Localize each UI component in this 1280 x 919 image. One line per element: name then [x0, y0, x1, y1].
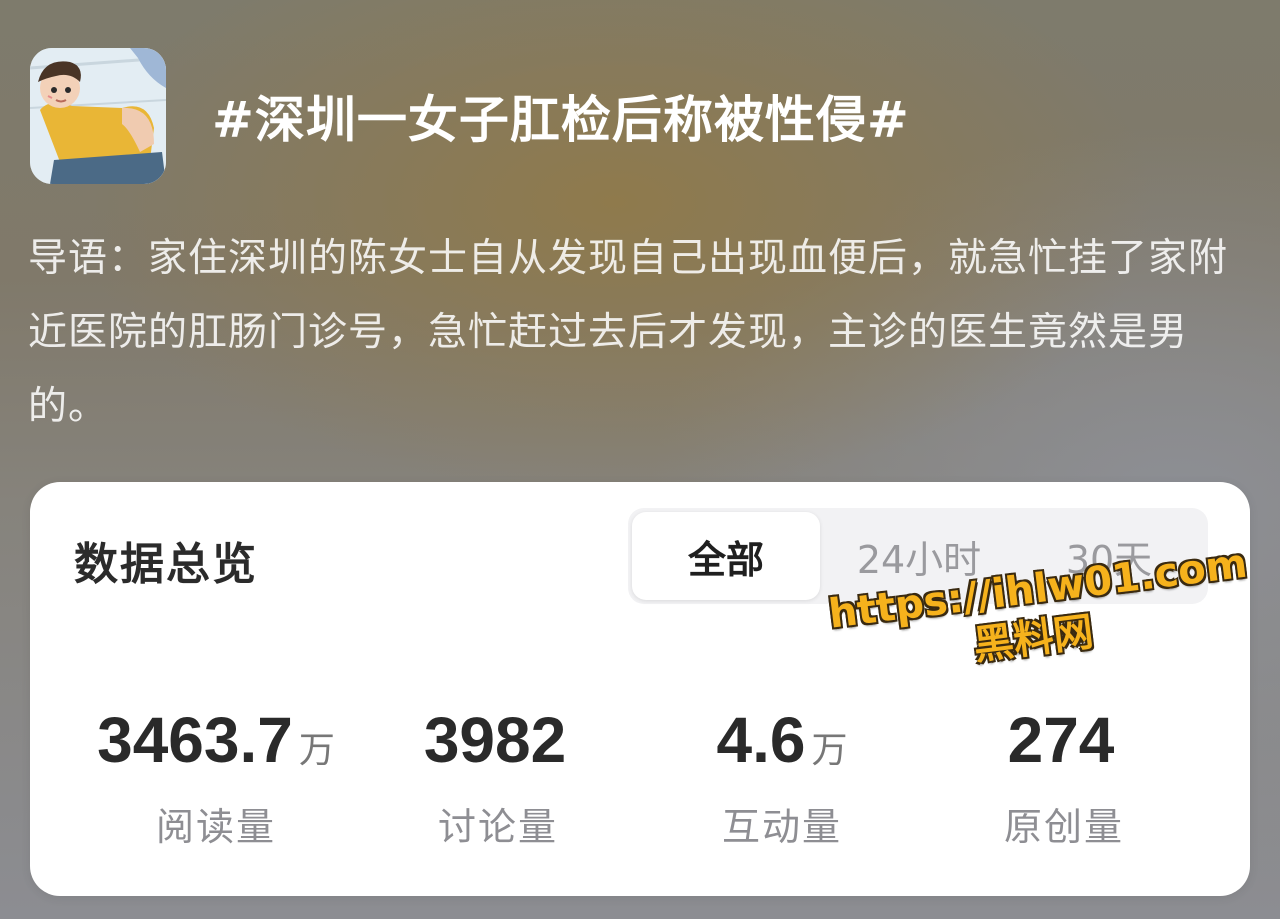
stat-value: 3982 — [358, 700, 638, 790]
tab-all[interactable]: 全部 — [632, 512, 820, 600]
stat-original-posts: 274 原创量 — [924, 700, 1204, 851]
stat-label: 原创量 — [1003, 805, 1124, 849]
stat-discussions: 3982 讨论量 — [358, 700, 638, 851]
stat-unit: 万 — [811, 729, 848, 770]
stat-number: 3463.7 — [97, 704, 293, 776]
card-title: 数据总览 — [74, 539, 258, 590]
topic-avatar-icon — [30, 48, 166, 184]
data-overview-card: 数据总览 全部 24小时 30天 3463.7 万 阅读量 3982 讨论量 4.… — [30, 482, 1250, 896]
stat-unit: 万 — [298, 729, 335, 770]
topic-title: #深圳一女子肛检后称被性侵# — [212, 91, 910, 149]
stat-value: 4.6 万 — [642, 700, 922, 790]
stat-number: 274 — [1007, 704, 1115, 776]
stat-value: 274 — [924, 700, 1204, 790]
stat-label: 阅读量 — [155, 805, 276, 849]
stat-interactions: 4.6 万 互动量 — [642, 700, 922, 851]
stat-reads: 3463.7 万 阅读量 — [76, 700, 356, 851]
topic-intro: 导语：家住深圳的陈女士自从发现自己出现血便后，就急忙挂了家附近医院的肛肠门诊号，… — [28, 236, 1229, 429]
stat-label: 互动量 — [721, 805, 842, 849]
stat-number: 4.6 — [716, 704, 806, 776]
stat-label: 讨论量 — [437, 805, 558, 849]
stat-number: 3982 — [423, 704, 567, 776]
stat-value: 3463.7 万 — [76, 700, 356, 790]
